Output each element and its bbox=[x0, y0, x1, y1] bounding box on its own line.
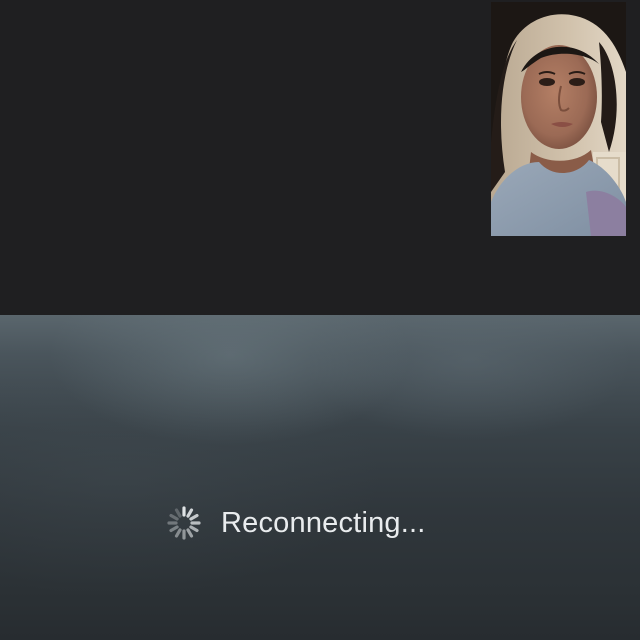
self-view-camera-feed bbox=[491, 2, 626, 236]
self-view-pip[interactable] bbox=[491, 2, 626, 236]
remote-video-feed bbox=[0, 315, 640, 640]
video-call-screen: Reconnecting... bbox=[0, 0, 640, 640]
connection-status: Reconnecting... bbox=[166, 503, 426, 543]
status-text: Reconnecting... bbox=[221, 506, 426, 539]
spinner-icon bbox=[167, 506, 201, 540]
